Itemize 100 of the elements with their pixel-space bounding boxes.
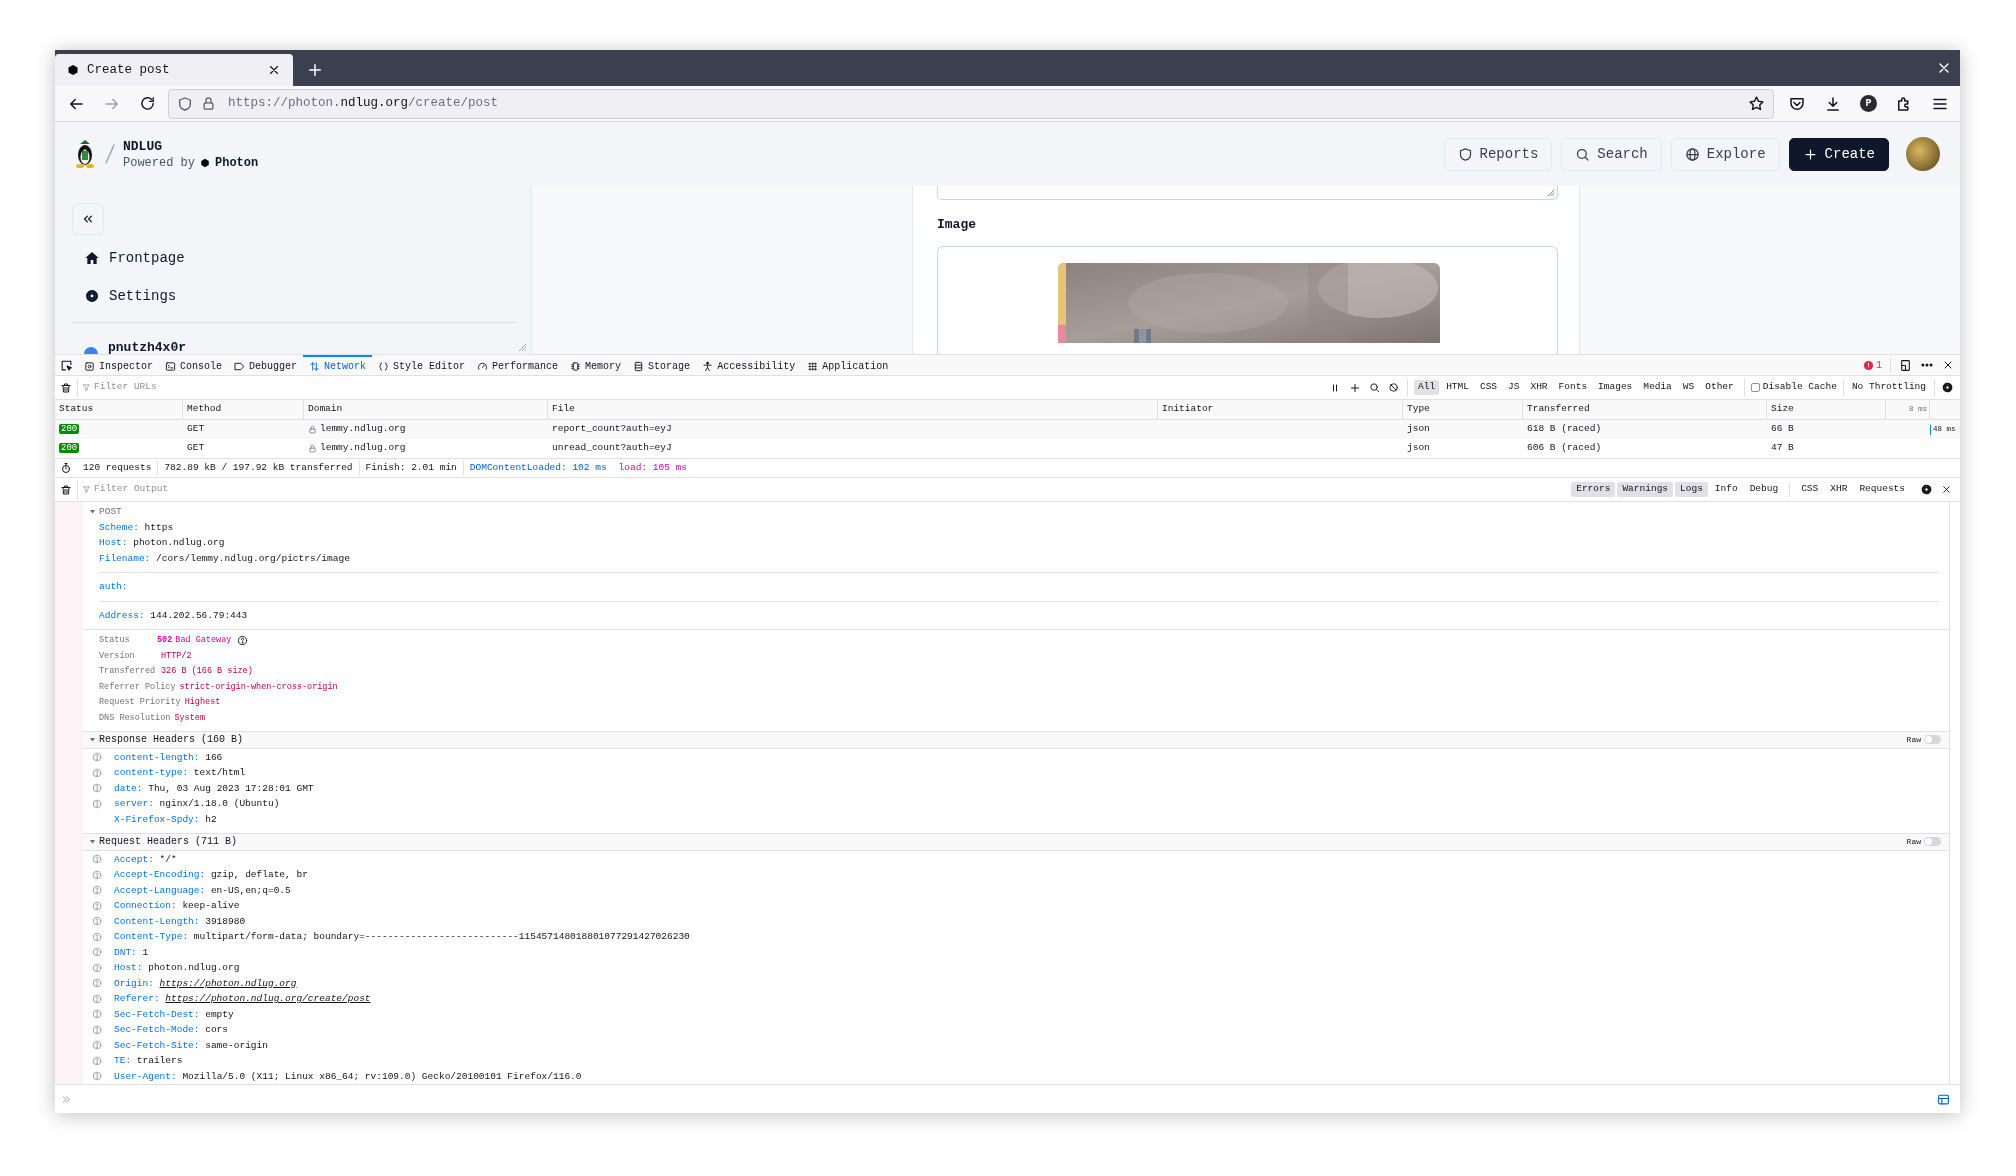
type-filter-button[interactable]: Images — [1594, 380, 1637, 395]
avatar[interactable] — [1906, 137, 1940, 171]
header-button[interactable]: Search — [1561, 137, 1662, 171]
type-filter-button[interactable]: HTML — [1442, 380, 1473, 395]
devtools-tab[interactable]: Performance — [471, 354, 565, 376]
pick-element-icon[interactable] — [60, 358, 73, 372]
link[interactable]: https://photon.ndlug.org — [159, 977, 297, 989]
type-filter-button[interactable]: Fonts — [1554, 380, 1592, 395]
devtools-tab[interactable]: Storage — [627, 354, 697, 376]
filter-field[interactable]: Filter Output — [94, 482, 394, 497]
table-cell-text: 66 B — [1770, 422, 1795, 437]
toggle-switch[interactable] — [1924, 837, 1941, 847]
star-icon[interactable] — [1748, 95, 1765, 112]
type-filter-button[interactable]: Requests — [1854, 482, 1910, 497]
type-filter-button[interactable]: XHR — [1526, 380, 1552, 395]
checkbox[interactable]: Disable Cache — [1744, 378, 1844, 397]
request-method[interactable]: POST — [99, 504, 122, 520]
devtools-tab[interactable]: Debugger — [228, 354, 304, 376]
site-name[interactable]: NDLUG — [123, 137, 259, 155]
link[interactable]: https://photon.ndlug.org/create/post — [165, 993, 371, 1004]
help-icon[interactable] — [237, 635, 249, 647]
filter-field[interactable]: Filter URLs — [94, 380, 394, 395]
resize-grip-icon[interactable] — [1546, 188, 1555, 197]
devtools-tab[interactable]: Inspector — [78, 354, 159, 376]
settings-icon[interactable] — [1941, 381, 1954, 394]
devtools-tab[interactable]: Memory — [564, 354, 628, 376]
section-header[interactable]: Response Headers (160 B) — [99, 732, 244, 748]
plus-icon — [1802, 146, 1818, 162]
column-header[interactable]: Initiator — [1158, 400, 1403, 419]
header-button[interactable]: Reports — [1443, 137, 1553, 171]
table-cell: lemmy.ndlug.org — [320, 441, 406, 456]
double-chevron-icon — [81, 212, 95, 226]
error-count-button[interactable]: 1 — [1863, 357, 1891, 373]
close-icon[interactable] — [1942, 359, 1954, 371]
column-header[interactable]: Size — [1767, 400, 1886, 419]
field-label: Request Priority — [99, 696, 181, 709]
trash-icon[interactable] — [60, 381, 72, 394]
sidebar-item[interactable]: Settings — [72, 282, 514, 310]
column-header[interactable]: Domain — [304, 400, 548, 419]
username[interactable]: pnutzh4x0r — [108, 341, 186, 354]
status-badge: 200 — [59, 443, 80, 454]
sidebar-item[interactable]: Frontpage — [72, 244, 514, 272]
column-header[interactable]: Method — [183, 400, 304, 419]
devtools-tab[interactable]: Network — [303, 354, 373, 376]
filter-icon — [82, 383, 91, 392]
devtools-tab[interactable]: Console — [159, 354, 229, 376]
close-icon[interactable] — [267, 63, 281, 77]
type-filter-button[interactable]: XHR — [1825, 482, 1853, 497]
image-upload-area[interactable] — [937, 246, 1558, 354]
penguin-logo[interactable] — [73, 139, 97, 169]
dock-icon[interactable] — [1899, 358, 1912, 372]
search-icon[interactable] — [1369, 382, 1381, 393]
chip-icon — [570, 360, 582, 372]
browser-tab[interactable]: Create post — [55, 54, 293, 86]
trash-icon[interactable] — [60, 483, 72, 496]
type-filter-button[interactable]: CSS — [1475, 380, 1502, 395]
type-filter-button[interactable]: WS — [1678, 380, 1699, 395]
section-header[interactable]: Request Headers (711 B) — [99, 834, 238, 850]
resize-grip-icon[interactable] — [517, 342, 527, 352]
close-icon[interactable] — [1941, 484, 1952, 495]
field-label: Version — [99, 649, 136, 663]
devtools-tab[interactable]: Style Editor — [372, 354, 472, 376]
settings-icon[interactable] — [1920, 483, 1933, 496]
plus-icon[interactable] — [1349, 381, 1362, 394]
column-header[interactable]: File — [548, 400, 1158, 419]
column-header[interactable]: Type — [1403, 400, 1523, 419]
level-filter-button[interactable]: Debug — [1744, 482, 1784, 497]
level-filter-button[interactable]: Logs — [1675, 482, 1708, 497]
type-filter-button[interactable]: Media — [1639, 380, 1676, 395]
block-icon[interactable] — [1388, 382, 1400, 393]
header-button[interactable]: Explore — [1670, 137, 1780, 171]
field-value: strict-origin-when-cross-origin — [179, 680, 338, 694]
type-filter-button[interactable]: All — [1414, 380, 1440, 395]
reload-icon[interactable] — [139, 95, 156, 112]
address-bar[interactable]: https://photon.ndlug.org/create/post — [168, 88, 1774, 119]
account-button[interactable]: P — [1860, 95, 1877, 112]
table-cell-text: unread_count?auth=eyJ — [551, 441, 673, 456]
type-filter-button[interactable]: CSS — [1796, 482, 1824, 497]
braces-icon — [378, 360, 390, 372]
platform-link[interactable]: Photon — [215, 154, 259, 171]
level-filter-button[interactable]: Info — [1709, 482, 1743, 497]
create-button[interactable]: Create — [1788, 137, 1889, 171]
level-filter-button[interactable]: Warnings — [1617, 482, 1674, 497]
settings-icon — [84, 288, 100, 304]
devtools-tab[interactable]: Accessibility — [696, 354, 802, 376]
field-label: Referrer Policy — [99, 680, 176, 694]
column-header[interactable]: Transferred — [1523, 400, 1767, 419]
level-filter-button[interactable]: Errors — [1571, 482, 1616, 497]
devtools-tab[interactable]: Application — [801, 354, 895, 376]
column-header[interactable]: Status — [55, 400, 183, 419]
type-filter-button[interactable]: JS — [1504, 380, 1524, 395]
download-icon[interactable] — [1824, 94, 1842, 113]
tab-title: Create post — [87, 61, 171, 79]
shield-icon — [177, 95, 193, 112]
type-filter-button[interactable]: Other — [1701, 380, 1738, 395]
editor-mode-icon[interactable] — [1937, 1092, 1950, 1106]
new-tab-icon[interactable] — [306, 61, 324, 79]
toggle-switch[interactable] — [1924, 735, 1941, 745]
collapse-button[interactable] — [72, 203, 104, 235]
throttling-dropdown[interactable]: No Throttling — [1843, 378, 1935, 397]
